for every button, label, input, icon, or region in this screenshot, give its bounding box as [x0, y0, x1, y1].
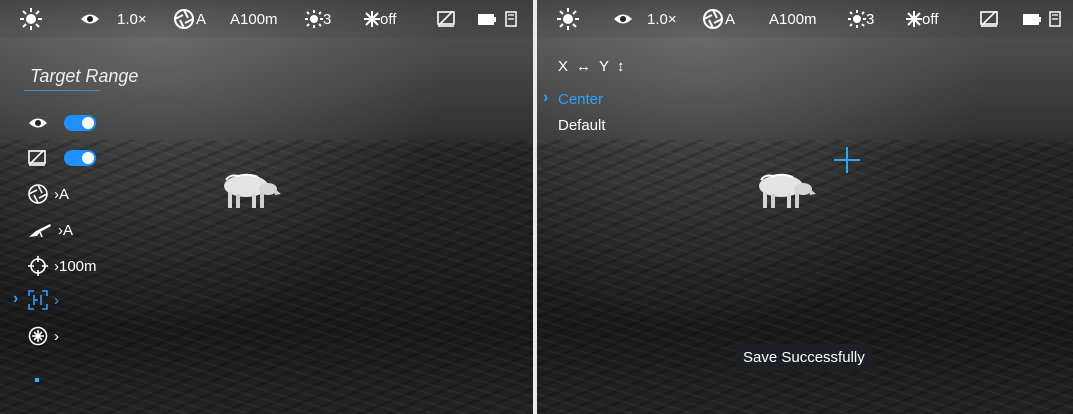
pip-toggle[interactable]: [64, 150, 96, 166]
aperture-icon: [28, 184, 48, 204]
calibration-value: ›: [54, 291, 59, 309]
boar-thermal-image: [224, 173, 281, 208]
title-underline: [24, 90, 100, 91]
aperture-icon: [703, 9, 723, 29]
pip-off-icon: [437, 8, 455, 30]
horizontal-arrows-icon: ↔: [576, 58, 592, 75]
menu-item-display-visibility[interactable]: [28, 111, 96, 135]
menu-item-range[interactable]: ›100m: [28, 254, 97, 278]
selection-cursor-icon: ›: [543, 89, 549, 106]
vertical-arrows-icon: ↕: [617, 58, 625, 75]
pip-off-icon: [28, 150, 46, 166]
storage-card-icon: [505, 8, 517, 30]
brightness-sun-icon: [557, 8, 579, 30]
reticle-crosshair: [834, 147, 860, 173]
aperture-mode: A: [174, 8, 206, 30]
brightness-value: 3: [323, 10, 332, 28]
viewfinder-right: 1.0× A A100m 3 off X ↔ Y ↕ › Center Defa…: [537, 0, 1073, 414]
axis-align-header: X ↔ Y ↕: [558, 58, 625, 75]
ir-star-icon: [906, 11, 922, 27]
pip-off-icon: [980, 8, 998, 30]
visibility-toggle[interactable]: [64, 115, 96, 131]
ir-star-icon: [364, 11, 380, 27]
aperture-mode: A: [703, 8, 735, 30]
calibration-icon: [28, 290, 48, 310]
settings-value: ›: [54, 327, 59, 345]
eye-icon: [613, 8, 633, 30]
brightness-sun-icon: [20, 8, 42, 30]
status-bar: 1.0× A A100m 3 off: [537, 0, 1073, 38]
brightness-value: 3: [866, 10, 875, 28]
ir-value: off: [922, 10, 939, 28]
brightness-level: 3: [848, 8, 874, 30]
page-indicator-dot: [35, 378, 39, 382]
zoom-level: 1.0×: [117, 10, 147, 28]
menu-title: Target Range: [30, 66, 139, 86]
save-toast: Save Successfully: [736, 344, 872, 371]
option-default[interactable]: Default: [558, 117, 606, 134]
aperture-icon: [174, 9, 194, 29]
zoom-level: 1.0×: [647, 10, 677, 28]
aperture-mode-value: A: [725, 10, 736, 28]
menu-item-aperture[interactable]: ›A: [28, 182, 69, 206]
selection-cursor-icon: ›: [13, 290, 19, 307]
range-readout: A100m: [230, 10, 278, 28]
battery-icon: [1023, 8, 1041, 30]
range-value: ›100m: [54, 257, 97, 275]
status-bar: 1.0× A A100m 3 off: [0, 0, 533, 38]
ir-status: off: [364, 8, 396, 30]
range-readout: A100m: [769, 10, 817, 28]
brightness-icon: [848, 10, 866, 28]
aperture-mode-value: A: [196, 10, 207, 28]
battery-icon: [478, 8, 496, 30]
eye-icon: [29, 118, 47, 128]
eye-icon: [80, 8, 100, 30]
brightness-level: 3: [305, 8, 331, 30]
crosshair-target-icon: [28, 256, 48, 276]
star-settings-icon: [28, 326, 48, 346]
menu-item-calibration[interactable]: ›: [28, 288, 59, 312]
option-center[interactable]: Center: [558, 91, 603, 108]
menu-item-settings[interactable]: ›: [28, 324, 59, 348]
ir-status: off: [906, 8, 938, 30]
aperture-value: ›A: [54, 185, 69, 203]
y-axis-label: Y: [599, 58, 610, 75]
viewfinder-left: 1.0× A A100m 3 off Target Range ›A ›A ›1…: [0, 0, 533, 414]
boar-thermal-image: [759, 173, 816, 208]
rifle-value: ›A: [58, 221, 73, 239]
menu-item-rifle[interactable]: ›A: [28, 218, 73, 242]
storage-card-icon: [1049, 8, 1061, 30]
brightness-icon: [305, 10, 323, 28]
rifle-icon: [29, 224, 51, 238]
ir-value: off: [380, 10, 397, 28]
menu-item-pip[interactable]: [28, 146, 96, 170]
x-axis-label: X: [558, 58, 569, 75]
